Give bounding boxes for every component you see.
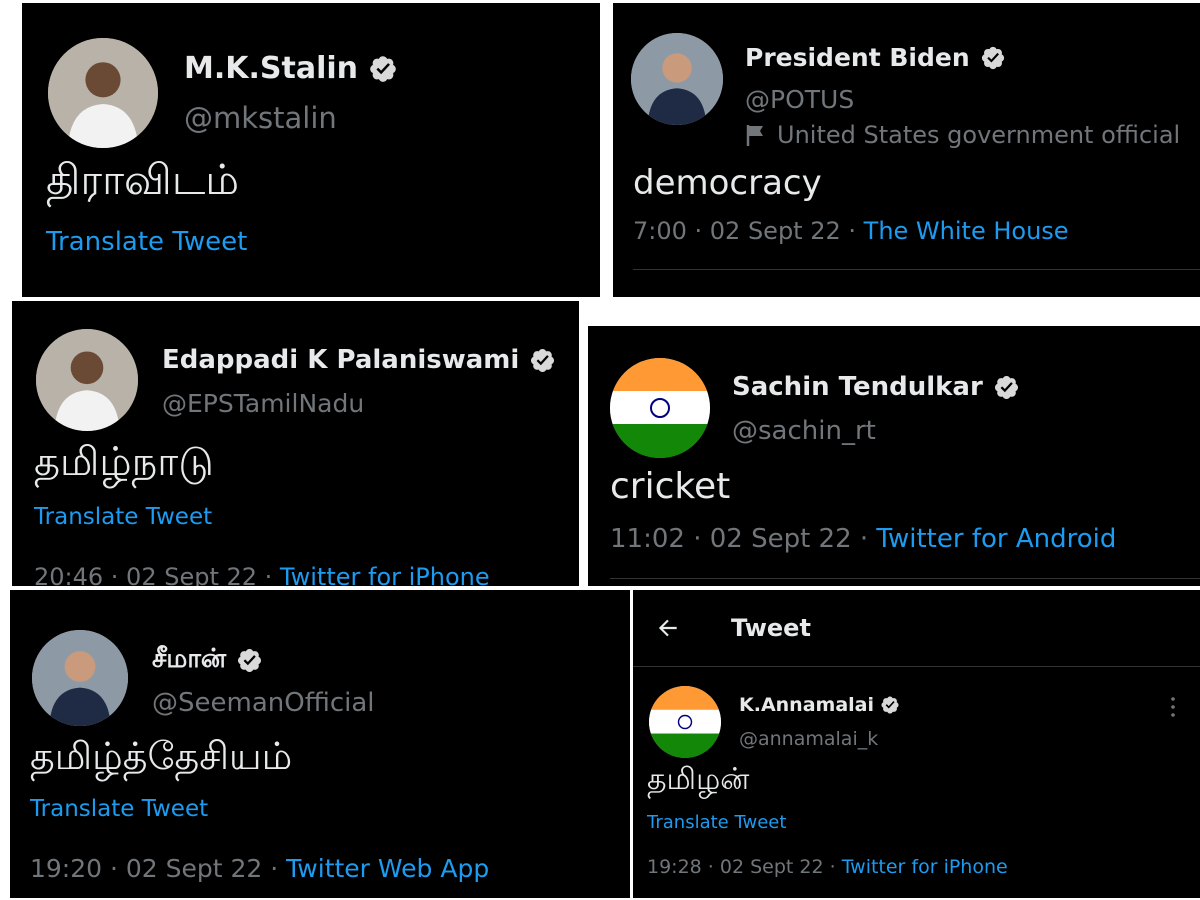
tweet-text: தமிழ்த்தேசியம் xyxy=(30,734,293,778)
author-name[interactable]: சீமான் xyxy=(152,644,263,677)
tweet-text: தமிழன் xyxy=(647,762,750,797)
indian-flag-avatar xyxy=(649,686,721,758)
tweet-card-annamalai: Tweet K.Annamalai @annamalai_k தமிழன் Tr… xyxy=(633,590,1200,898)
author-name[interactable]: Sachin Tendulkar xyxy=(732,372,1020,402)
author-handle[interactable]: @SeemanOfficial xyxy=(152,688,375,718)
tweet-card-stalin: M.K.Stalin @mkstalin திராவிடம் Translate… xyxy=(22,3,600,297)
avatar[interactable] xyxy=(48,38,158,148)
verified-badge-icon xyxy=(993,374,1020,401)
tweet-text: திராவிடம் xyxy=(46,155,240,204)
author-name-text: சீமான் xyxy=(152,644,227,674)
author-name-text: K.Annamalai xyxy=(739,694,874,716)
header-title: Tweet xyxy=(731,614,811,642)
tweet-source-link[interactable]: Twitter for Android xyxy=(876,524,1116,554)
back-arrow-icon[interactable] xyxy=(655,615,681,641)
author-name-text: President Biden xyxy=(745,43,970,72)
translate-tweet-link[interactable]: Translate Tweet xyxy=(30,796,208,822)
tweet-meta: 7:00 · 02 Sept 22 · The White House xyxy=(633,217,1069,245)
tweet-source-link[interactable]: The White House xyxy=(864,217,1069,245)
author-handle[interactable]: @EPSTamilNadu xyxy=(162,389,364,418)
tweet-text: democracy xyxy=(633,163,822,203)
author-handle[interactable]: @POTUS xyxy=(745,85,854,114)
person-photo-avatar xyxy=(36,329,138,431)
tweet-meta: 19:20 · 02 Sept 22 · Twitter Web App xyxy=(30,854,489,883)
tweet-meta: 11:02 · 02 Sept 22 · Twitter for Android xyxy=(610,524,1116,554)
tweet-source-link[interactable]: Twitter for iPhone xyxy=(842,856,1008,878)
tweet-timestamp[interactable]: 11:02 · 02 Sept 22 · xyxy=(610,524,876,554)
avatar[interactable] xyxy=(610,358,710,458)
verified-badge-icon xyxy=(529,347,556,374)
author-name[interactable]: Edappadi K Palaniswami xyxy=(162,345,556,375)
tweet-source-link[interactable]: Twitter Web App xyxy=(286,854,489,883)
tweet-timestamp[interactable]: 19:20 · 02 Sept 22 · xyxy=(30,854,286,883)
avatar[interactable] xyxy=(32,630,128,726)
author-name[interactable]: President Biden xyxy=(745,43,1006,72)
author-handle[interactable]: @annamalai_k xyxy=(739,728,878,750)
verified-badge-icon xyxy=(236,647,263,674)
avatar[interactable] xyxy=(631,33,723,125)
translate-tweet-link[interactable]: Translate Tweet xyxy=(46,227,247,257)
tweet-card-eps: Edappadi K Palaniswami @EPSTamilNadu தமி… xyxy=(12,301,579,586)
author-name[interactable]: M.K.Stalin xyxy=(184,51,398,86)
person-photo-avatar xyxy=(32,630,128,726)
person-photo-avatar xyxy=(631,33,723,125)
tweet-card-sachin: Sachin Tendulkar @sachin_rt cricket 11:0… xyxy=(588,326,1200,586)
author-handle[interactable]: @mkstalin xyxy=(184,101,337,135)
tweet-text: cricket xyxy=(610,466,731,507)
more-options-icon[interactable] xyxy=(1169,696,1177,718)
tweet-card-seeman: சீமான் @SeemanOfficial தமிழ்த்தேசியம் Tr… xyxy=(10,590,630,898)
government-label[interactable]: United States government official xyxy=(745,121,1180,149)
author-name-text: M.K.Stalin xyxy=(184,51,359,86)
tweet-source-link[interactable]: Twitter for iPhone xyxy=(280,563,490,586)
divider xyxy=(633,269,1200,270)
author-name-text: Sachin Tendulkar xyxy=(732,372,983,402)
translate-tweet-link[interactable]: Translate Tweet xyxy=(34,504,212,530)
government-label-text: United States government official xyxy=(777,121,1181,149)
author-name-text: Edappadi K Palaniswami xyxy=(162,345,520,375)
author-name[interactable]: K.Annamalai xyxy=(739,694,900,716)
verified-badge-icon xyxy=(880,695,900,715)
tweet-meta: 20:46 · 02 Sept 22 · Twitter for iPhone xyxy=(34,563,490,586)
avatar[interactable] xyxy=(649,686,721,758)
tweet-meta: 19:28 · 02 Sept 22 · Twitter for iPhone xyxy=(647,856,1008,878)
translate-tweet-link[interactable]: Translate Tweet xyxy=(647,812,786,833)
tweet-card-biden: President Biden @POTUS United States gov… xyxy=(613,3,1200,297)
divider xyxy=(610,578,1200,579)
avatar[interactable] xyxy=(36,329,138,431)
indian-flag-avatar xyxy=(610,358,710,458)
flag-icon xyxy=(746,125,763,146)
tweet-timestamp[interactable]: 19:28 · 02 Sept 22 · xyxy=(647,856,842,878)
verified-badge-icon xyxy=(368,54,398,84)
person-photo-avatar xyxy=(48,38,158,148)
tweet-timestamp[interactable]: 7:00 · 02 Sept 22 · xyxy=(633,217,864,245)
verified-badge-icon xyxy=(980,45,1006,71)
author-handle[interactable]: @sachin_rt xyxy=(732,416,876,446)
tweet-text: தமிழ்நாடு xyxy=(34,439,214,485)
tweet-header: Tweet xyxy=(633,590,1200,667)
tweet-timestamp[interactable]: 20:46 · 02 Sept 22 · xyxy=(34,563,280,586)
